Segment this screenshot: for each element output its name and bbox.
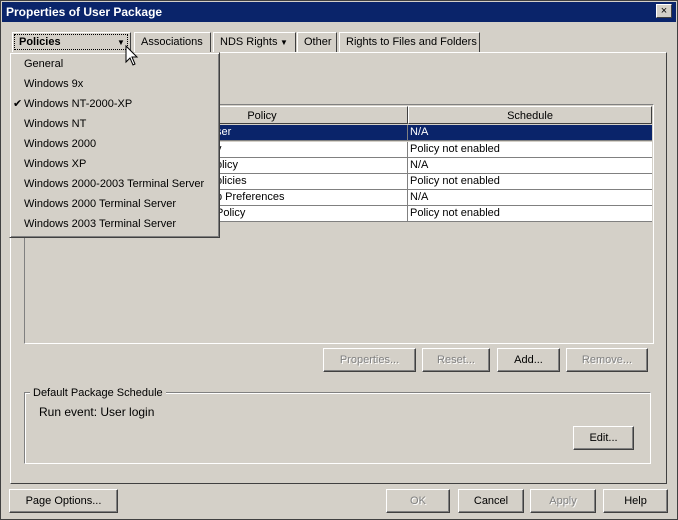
schedule-cell: Policy not enabled xyxy=(410,175,500,187)
schedule-cell: N/A xyxy=(410,159,429,171)
properties-button[interactable]: Properties... xyxy=(323,348,416,372)
ok-button[interactable]: OK xyxy=(386,489,450,513)
focus-rect xyxy=(14,34,128,50)
menu-item-windows-nt[interactable]: Windows NT xyxy=(24,114,86,134)
column-header-schedule[interactable]: Schedule xyxy=(408,106,652,124)
group-label: Default Package Schedule xyxy=(30,386,166,400)
column-divider xyxy=(407,125,408,141)
apply-button[interactable]: Apply xyxy=(530,489,596,513)
tab-nds-rights[interactable]: NDS Rights ▼ xyxy=(213,32,296,52)
schedule-cell: N/A xyxy=(410,191,429,203)
menu-item-windows-nt-2000-xp[interactable]: Windows NT-2000-XP xyxy=(24,94,132,114)
edit-button[interactable]: Edit... xyxy=(573,426,634,450)
tab-rights-files-folders[interactable]: Rights to Files and Folders xyxy=(339,32,480,52)
checkmark-icon: ✔ xyxy=(13,98,23,110)
policy-cell: olicy xyxy=(216,159,239,171)
menu-item-windows-9x[interactable]: Windows 9x xyxy=(24,74,83,94)
remove-button[interactable]: Remove... xyxy=(566,348,648,372)
tab-associations[interactable]: Associations xyxy=(134,32,211,52)
policy-cell: y xyxy=(216,142,406,158)
tab-other[interactable]: Other xyxy=(297,32,337,52)
policy-cell: p Preferences xyxy=(216,191,285,203)
title-bar: Properties of User Package xyxy=(2,2,676,22)
schedule-text: Run event: User login xyxy=(39,405,155,419)
reset-button[interactable]: Reset... xyxy=(422,348,490,372)
tab-nds-rights-label: NDS Rights xyxy=(220,36,278,48)
mouse-cursor-icon xyxy=(125,45,139,66)
chevron-down-icon: ▼ xyxy=(280,38,288,47)
menu-item-windows-2000-2003-terminal-server[interactable]: Windows 2000-2003 Terminal Server xyxy=(24,174,204,194)
policy-cell: ser xyxy=(216,126,232,138)
policy-cell: olicies xyxy=(216,175,247,187)
close-button[interactable]: × xyxy=(656,4,672,18)
menu-item-windows-xp[interactable]: Windows XP xyxy=(24,154,86,174)
help-button[interactable]: Help xyxy=(603,489,668,513)
column-divider xyxy=(407,206,408,222)
menu-item-windows-2000[interactable]: Windows 2000 xyxy=(24,134,96,154)
policy-cell: Policy xyxy=(216,207,246,219)
column-divider xyxy=(407,174,408,190)
cancel-button[interactable]: Cancel xyxy=(458,489,524,513)
column-divider xyxy=(407,190,408,206)
menu-item-general[interactable]: General xyxy=(24,54,63,74)
menu-item-windows-2000-terminal-server[interactable]: Windows 2000 Terminal Server xyxy=(24,194,176,214)
schedule-cell: Policy not enabled xyxy=(410,143,500,155)
column-divider xyxy=(407,158,408,174)
default-package-schedule-group xyxy=(24,392,651,464)
add-button[interactable]: Add... xyxy=(497,348,560,372)
menu-item-windows-2003-terminal-server[interactable]: Windows 2003 Terminal Server xyxy=(24,214,176,234)
page-options-button[interactable]: Page Options... xyxy=(9,489,118,513)
column-divider xyxy=(407,142,408,158)
schedule-cell: N/A xyxy=(410,126,429,138)
schedule-cell: Policy not enabled xyxy=(410,207,500,219)
